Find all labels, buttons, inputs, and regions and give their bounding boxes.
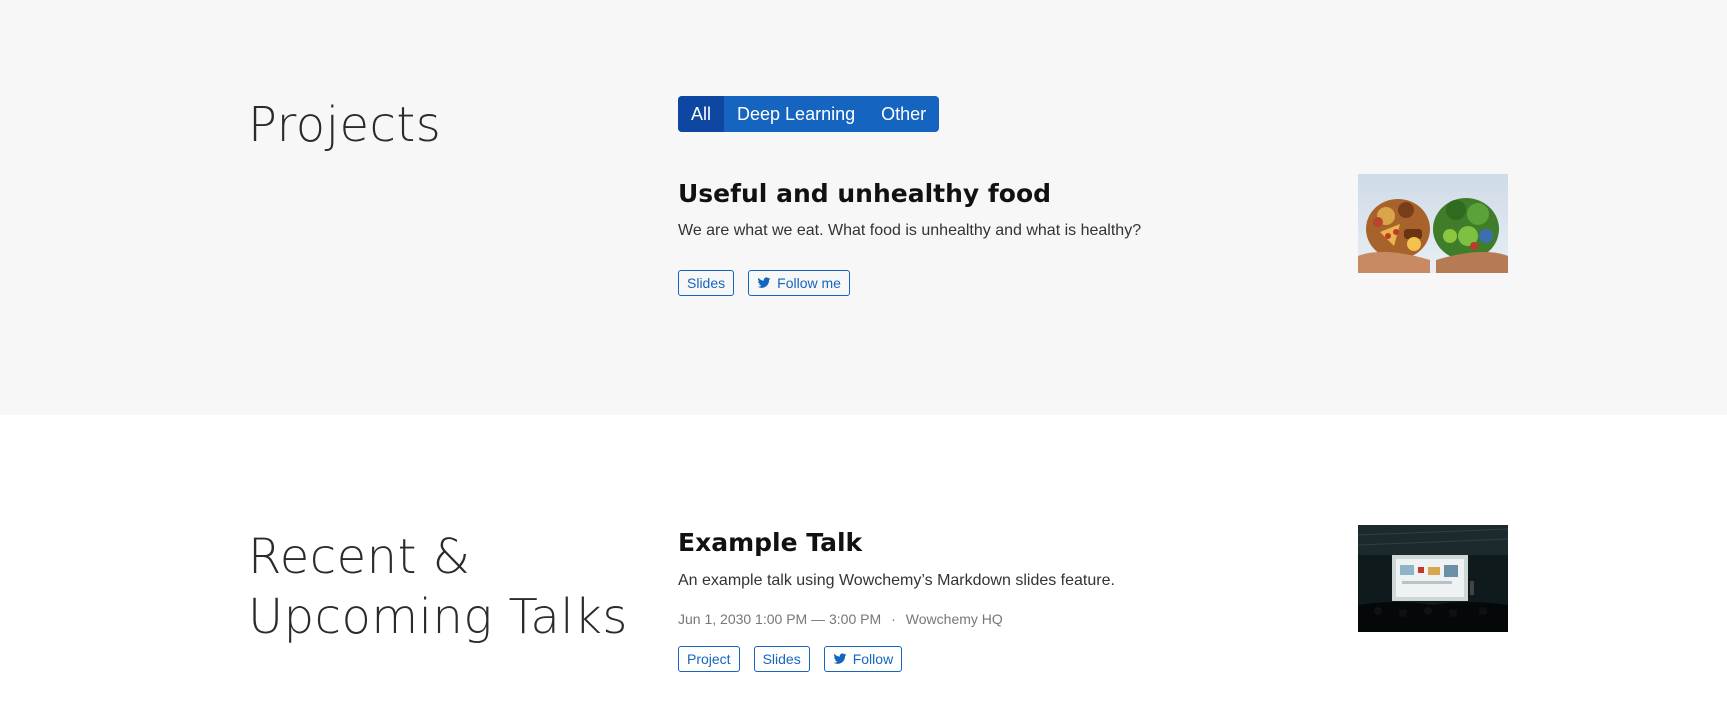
twitter-icon xyxy=(833,653,847,664)
project-links: Slides Follow me xyxy=(678,270,850,296)
talks-section: Recent & Upcoming Talks Example Talk An … xyxy=(0,415,1727,712)
filter-deep-learning-button[interactable]: Deep Learning xyxy=(724,96,868,132)
follow-button-label: Follow me xyxy=(777,275,841,291)
follow-button-label: Follow xyxy=(852,651,894,667)
projects-heading: Projects xyxy=(248,97,442,153)
project-filter-group: All Deep Learning Other xyxy=(678,96,940,132)
talk-project-button[interactable]: Project xyxy=(678,646,740,672)
talk-summary: An example talk using Wowchemy’s Markdow… xyxy=(678,572,1115,589)
talk-datetime: Jun 1, 2030 1:00 PM — 3:00 PM xyxy=(678,611,882,627)
project-slides-button[interactable]: Slides xyxy=(678,270,735,296)
twitter-icon xyxy=(757,277,771,288)
project-summary: We are what we eat. What food is unhealt… xyxy=(678,222,1142,239)
project-follow-button[interactable]: Follow me xyxy=(748,270,850,296)
project-button-label: Project xyxy=(687,651,731,667)
projects-section: Projects All Deep Learning Other Useful … xyxy=(0,0,1727,415)
talk-follow-button[interactable]: Follow xyxy=(823,646,903,672)
slides-button-label: Slides xyxy=(687,275,726,291)
talk-slides-button[interactable]: Slides xyxy=(753,646,810,672)
project-thumbnail[interactable] xyxy=(1358,174,1508,273)
conference-image xyxy=(1358,525,1508,632)
talk-meta: Jun 1, 2030 1:00 PM — 3:00 PM · Wowchemy… xyxy=(678,609,1003,629)
meta-separator: · xyxy=(891,611,896,627)
talk-title-link[interactable]: Example Talk xyxy=(678,527,862,559)
slides-button-label: Slides xyxy=(762,651,801,667)
filter-all-button[interactable]: All xyxy=(678,96,725,132)
talk-thumbnail[interactable] xyxy=(1358,525,1508,632)
talks-heading: Recent & Upcoming Talks xyxy=(248,529,628,645)
project-title-link[interactable]: Useful and unhealthy food xyxy=(678,178,1051,210)
filter-other-button[interactable]: Other xyxy=(868,96,939,132)
food-image xyxy=(1358,174,1508,273)
talk-links: Project Slides Follow xyxy=(678,646,903,672)
talk-location: Wowchemy HQ xyxy=(905,611,1003,627)
